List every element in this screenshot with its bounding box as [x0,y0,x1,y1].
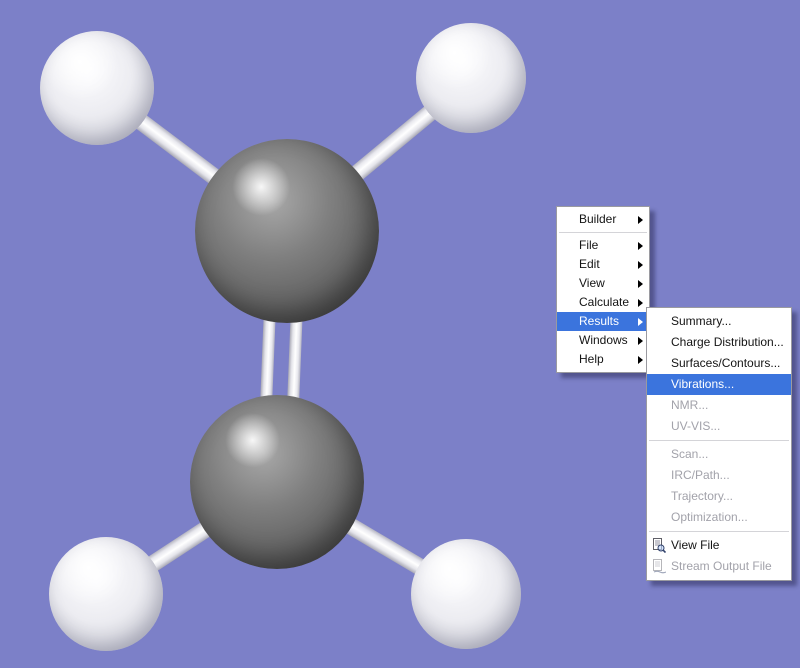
menu-item-results[interactable]: Results [557,312,649,331]
results-submenu: Summary... Charge Distribution... Surfac… [646,307,792,581]
menu-item-label: Windows [579,333,628,347]
menu-item-calculate[interactable]: Calculate [557,293,649,312]
submenu-arrow-icon [638,279,643,288]
menu-item-windows[interactable]: Windows [557,331,649,350]
menu-item-label: File [579,238,599,252]
submenu-arrow-icon [638,241,643,250]
submenu-item-optimization[interactable]: Optimization... [647,507,791,528]
menu-item-help[interactable]: Help [557,350,649,369]
submenu-item-scan[interactable]: Scan... [647,444,791,465]
menu-item-builder[interactable]: Builder [557,210,649,229]
submenu-arrow-icon [638,298,643,307]
carbon-atom[interactable] [195,139,379,323]
menu-item-edit[interactable]: Edit [557,255,649,274]
submenu-item-vibrations[interactable]: Vibrations... [647,374,791,395]
submenu-item-label: Surfaces/Contours... [671,356,781,370]
submenu-item-view-file[interactable]: View File [647,535,791,556]
menu-item-label: Edit [579,257,600,271]
submenu-item-label: Stream Output File [671,559,772,573]
submenu-item-label: View File [671,538,720,552]
submenu-item-label: UV-VIS... [671,419,721,433]
submenu-item-label: Summary... [671,314,732,328]
hydrogen-atom[interactable] [416,23,526,133]
hydrogen-atom[interactable] [40,31,154,145]
submenu-item-stream-output-file[interactable]: Stream Output File [647,556,791,577]
hydrogen-atom[interactable] [411,539,521,649]
submenu-arrow-icon [638,355,643,364]
menu-separator [649,531,789,532]
submenu-arrow-icon [638,260,643,269]
submenu-item-nmr[interactable]: NMR... [647,395,791,416]
submenu-item-label: Optimization... [671,510,748,524]
submenu-arrow-icon [638,317,643,326]
submenu-arrow-icon [638,336,643,345]
submenu-item-label: NMR... [671,398,709,412]
submenu-item-label: Vibrations... [671,377,735,391]
submenu-item-charge-distribution[interactable]: Charge Distribution... [647,332,791,353]
submenu-item-irc-path[interactable]: IRC/Path... [647,465,791,486]
menu-item-label: View [579,276,605,290]
carbon-atom[interactable] [190,395,364,569]
submenu-item-trajectory[interactable]: Trajectory... [647,486,791,507]
context-menu: Builder File Edit View Calculate Results… [556,206,650,373]
menu-separator [559,232,647,233]
view-file-icon [651,538,667,554]
submenu-item-surfaces-contours[interactable]: Surfaces/Contours... [647,353,791,374]
menu-item-label: Help [579,352,604,366]
submenu-item-label: Trajectory... [671,489,734,503]
submenu-item-summary[interactable]: Summary... [647,311,791,332]
menu-item-label: Calculate [579,295,630,309]
menu-item-label: Results [579,314,620,328]
stream-output-icon [651,559,667,574]
menu-item-view[interactable]: View [557,274,649,293]
submenu-arrow-icon [638,215,643,224]
submenu-item-label: Charge Distribution... [671,335,784,349]
menu-separator [649,440,789,441]
molecule-viewport[interactable]: Builder File Edit View Calculate Results… [0,0,800,668]
menu-item-label: Builder [579,212,617,226]
menu-item-file[interactable]: File [557,236,649,255]
submenu-item-uv-vis[interactable]: UV-VIS... [647,416,791,437]
submenu-item-label: Scan... [671,447,709,461]
submenu-item-label: IRC/Path... [671,468,730,482]
hydrogen-atom[interactable] [49,537,163,651]
